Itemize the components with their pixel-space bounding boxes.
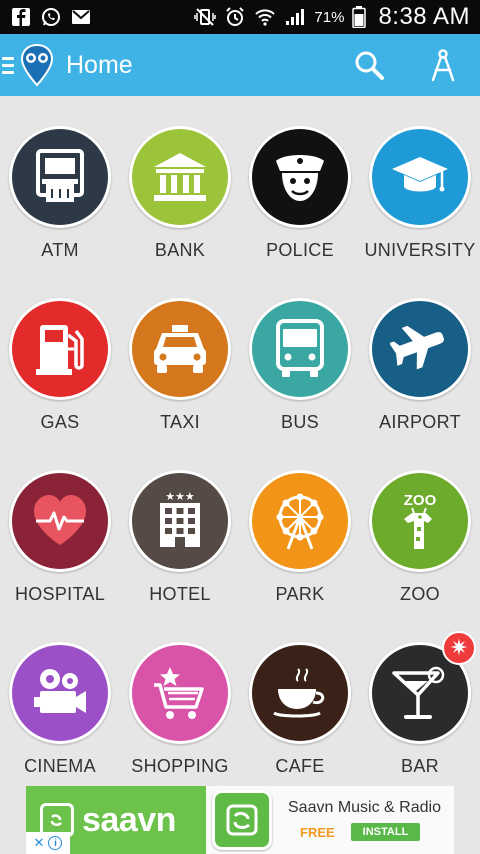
category-airport[interactable]: AIRPORT <box>360 268 480 440</box>
category-label: BANK <box>154 240 206 260</box>
police-icon <box>276 155 324 201</box>
app-bar: Home <box>0 34 480 96</box>
hotel-icon: ★★★ <box>160 491 200 547</box>
category-label: AIRPORT <box>379 412 461 432</box>
atm-icon <box>36 149 84 202</box>
ferris-wheel-icon <box>276 493 324 550</box>
giraffe-icon: ZOO <box>404 492 437 549</box>
category-bank[interactable]: BANK <box>120 96 240 268</box>
category-university[interactable]: UNIVERSITY <box>360 96 480 268</box>
category-label: ZOO <box>400 584 440 604</box>
movie-camera-icon <box>34 669 86 713</box>
category-label: BAR <box>401 756 439 776</box>
saavn-app-icon <box>212 790 272 850</box>
category-label: SHOPPING <box>131 756 229 776</box>
heart-pulse-icon <box>34 495 86 545</box>
category-taxi[interactable]: TAXI <box>120 268 240 440</box>
category-hotel[interactable]: ★★★ HOTEL <box>120 440 240 612</box>
category-label: HOTEL <box>149 584 211 604</box>
category-label: UNIVERSITY <box>364 240 476 260</box>
ad-info-icon[interactable]: i <box>48 836 63 850</box>
category-bus[interactable]: BUS <box>240 268 360 440</box>
cocktail-icon <box>392 666 445 719</box>
airplane-icon <box>390 325 444 370</box>
battery-icon <box>348 6 370 28</box>
ad-title: Saavn Music & Radio <box>288 799 441 816</box>
category-label: CINEMA <box>24 756 96 776</box>
ad-price: FREE <box>300 824 335 840</box>
category-bar[interactable]: ✷ BAR <box>360 612 480 784</box>
install-button[interactable]: INSTALL <box>350 823 421 841</box>
taxi-icon <box>154 325 206 373</box>
category-label: ATM <box>41 240 79 260</box>
shopping-cart-icon <box>154 667 204 719</box>
zoo-text: ZOO <box>404 492 437 509</box>
category-label: PARK <box>275 584 325 604</box>
category-hospital[interactable]: HOSPITAL <box>0 440 120 612</box>
app-logo <box>20 43 54 87</box>
category-label: TAXI <box>160 412 200 432</box>
facebook-notification-icon <box>10 6 32 28</box>
category-label: HOSPITAL <box>14 584 106 604</box>
category-grid: ATM BANK POLICE UNIVERSITY GAS TAXI BUS … <box>0 96 480 786</box>
category-label: GAS <box>40 412 80 432</box>
gmail-notification-icon <box>70 6 92 28</box>
ad-controls: ✕ i <box>26 832 70 854</box>
ad-brand-text: saavn <box>82 800 176 839</box>
alarm-icon <box>224 6 246 28</box>
bus-icon <box>276 319 324 377</box>
drafting-compass-icon <box>431 49 455 82</box>
signal-icon <box>284 6 306 28</box>
ad-banner[interactable]: saavn Saavn Music & Radio FREE INSTALL <box>26 786 454 854</box>
ad-close-icon[interactable]: ✕ <box>34 835 45 851</box>
category-shopping[interactable]: SHOPPING <box>120 612 240 784</box>
category-label: POLICE <box>266 240 334 260</box>
whatsapp-notification-icon <box>40 6 62 28</box>
category-atm[interactable]: ATM <box>0 96 120 268</box>
category-police[interactable]: POLICE <box>240 96 360 268</box>
svg-text:★★★: ★★★ <box>165 491 195 503</box>
menu-icon[interactable] <box>0 34 16 96</box>
new-badge: ✷ <box>442 631 476 665</box>
search-icon <box>355 51 384 80</box>
gas-pump-icon <box>36 325 84 375</box>
bank-icon <box>154 153 206 201</box>
category-gas[interactable]: GAS <box>0 268 120 440</box>
search-button[interactable] <box>332 34 406 96</box>
coffee-cup-icon <box>273 668 325 718</box>
battery-percent: 71% <box>314 8 345 26</box>
mute-vibrate-icon <box>194 6 217 28</box>
category-label: BUS <box>281 412 319 432</box>
category-cafe[interactable]: CAFE <box>240 612 360 784</box>
compass-button[interactable] <box>406 34 480 96</box>
wifi-icon <box>254 6 276 28</box>
category-cinema[interactable]: CINEMA <box>0 612 120 784</box>
category-label: CAFE <box>275 756 325 776</box>
clock: 8:38 AM <box>378 3 470 30</box>
category-zoo[interactable]: ZOO ZOO <box>360 440 480 612</box>
graduation-cap-icon <box>392 157 448 192</box>
status-bar: 71% 8:38 AM <box>0 0 480 34</box>
page-title: Home <box>66 50 133 79</box>
category-park[interactable]: PARK <box>240 440 360 612</box>
